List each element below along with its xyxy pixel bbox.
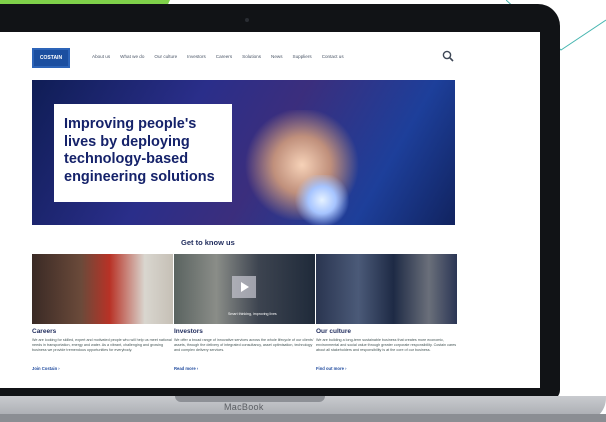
hero-light-orb [292, 175, 352, 225]
careers-image [32, 254, 173, 324]
nav-careers[interactable]: Careers [216, 54, 232, 59]
card-our-culture[interactable]: Our culture We are building a long-term … [316, 254, 457, 371]
hero-text-box: Improving people's lives by deploying te… [54, 104, 232, 202]
hero-banner: Improving people's lives by deploying te… [32, 80, 455, 225]
device-brand: MacBook [224, 402, 264, 412]
nav-news[interactable]: News [271, 54, 283, 59]
investors-video[interactable]: Smart thinking, improving lives [174, 254, 315, 324]
nav-contact-us[interactable]: Contact us [322, 54, 344, 59]
search-icon[interactable] [442, 50, 454, 62]
nav-solutions[interactable]: Solutions [242, 54, 261, 59]
card-heading: Careers [32, 328, 57, 335]
card-careers[interactable]: Careers We are looking for skilled, expe… [32, 254, 173, 371]
section-title: Get to know us [181, 238, 235, 247]
card-body: We are looking for skilled, expert and m… [32, 338, 172, 352]
site-logo[interactable]: COSTAIN [32, 48, 70, 68]
card-link[interactable]: Join Costain › [32, 366, 173, 371]
website-screen: COSTAIN About us What we do Our culture … [0, 32, 540, 388]
nav-about-us[interactable]: About us [92, 54, 110, 59]
play-button[interactable] [232, 276, 256, 298]
hero-title: Improving people's lives by deploying te… [64, 116, 215, 185]
card-body: We are building a long-term sustainable … [316, 338, 457, 352]
main-nav: About us What we do Our culture Investor… [92, 54, 354, 59]
card-heading: Our culture [316, 328, 352, 335]
card-link[interactable]: Read more › [174, 366, 315, 371]
nav-what-we-do[interactable]: What we do [120, 54, 144, 59]
video-caption: Smart thinking, improving lives [228, 312, 277, 316]
culture-image [316, 254, 457, 324]
card-heading: Investors [174, 328, 203, 335]
nav-suppliers[interactable]: Suppliers [293, 54, 312, 59]
laptop-base-edge [0, 414, 606, 422]
camera-dot [245, 18, 249, 22]
laptop-bezel: COSTAIN About us What we do Our culture … [0, 4, 560, 400]
card-link[interactable]: Find out more › [316, 366, 457, 371]
nav-investors[interactable]: Investors [187, 54, 206, 59]
card-body: We offer a broad range of innovative ser… [174, 338, 314, 352]
card-investors[interactable]: Smart thinking, improving lives Investor… [174, 254, 315, 371]
nav-our-culture[interactable]: Our culture [154, 54, 177, 59]
